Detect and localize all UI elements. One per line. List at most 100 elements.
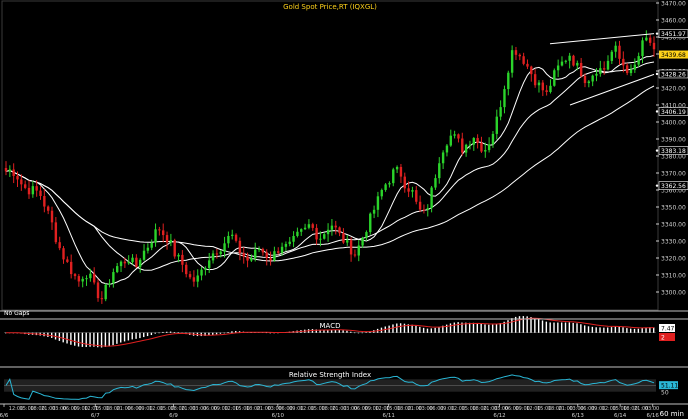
macd-bar (150, 332, 153, 336)
date-tick-label: 6/11 (383, 413, 395, 419)
macd-bar (100, 332, 103, 348)
candle-body (579, 62, 583, 76)
candle-body (522, 56, 525, 64)
candle-body (154, 229, 157, 243)
macd-bar (653, 327, 655, 333)
candle-body (146, 247, 150, 251)
macd-bar (534, 318, 536, 333)
candle-body (518, 54, 521, 57)
macd-bar (553, 322, 555, 333)
date-tick-label: 6/16 (647, 413, 660, 419)
date-tick-label: 6/7 (91, 413, 100, 419)
candle-body (58, 242, 61, 249)
candle-body (426, 208, 429, 210)
candle-body (476, 138, 479, 143)
macd-bar (626, 328, 628, 333)
macd-bar (576, 323, 578, 333)
candle-body (526, 63, 529, 67)
macd-panel-title: MACD (320, 322, 341, 330)
candle-body (89, 273, 92, 279)
macd-bar (66, 332, 68, 344)
candle-body (284, 243, 288, 247)
macd-bar (62, 332, 64, 343)
candle-body (415, 190, 418, 202)
candle-body (77, 276, 81, 282)
macd-bar (162, 331, 164, 333)
candle-body (346, 240, 349, 243)
candle-body (69, 261, 73, 275)
macd-bar (426, 328, 429, 333)
candle-body (181, 254, 184, 265)
candle-body (192, 277, 196, 282)
y-tick-label: 3330.00 (661, 239, 686, 246)
candle-body (595, 73, 598, 76)
macd-bar (468, 322, 471, 333)
candle-body (131, 257, 134, 263)
date-tick-label: 6/9 (169, 413, 178, 419)
macd-bar (537, 319, 540, 333)
macd-bar (219, 332, 222, 334)
candle-body (162, 230, 165, 236)
candle-body (265, 252, 268, 258)
candle-body (487, 144, 491, 151)
candle-body (445, 145, 449, 153)
candle-body (461, 138, 464, 153)
level-tag: 3428.26 (661, 71, 686, 78)
candle-body (342, 233, 345, 243)
candle-body (119, 261, 123, 267)
candle-body (81, 278, 84, 282)
candle-body (66, 259, 69, 262)
candle-body (568, 55, 571, 61)
y-tick-label: 3350.00 (661, 205, 686, 212)
macd-bar (499, 323, 502, 333)
macd-bar (81, 332, 84, 347)
macd-bar (77, 332, 80, 347)
candle-body (629, 69, 633, 74)
macd-bar (495, 323, 498, 333)
macd-bar (434, 327, 436, 333)
macd-bar (614, 326, 617, 333)
candle-body (622, 58, 625, 66)
interval-label: 60 min (660, 410, 684, 418)
candle-body (572, 55, 575, 66)
macd-bar (169, 331, 172, 333)
candle-body (115, 266, 119, 273)
level-marker (655, 32, 659, 35)
candle-body (150, 242, 153, 248)
candle-body (73, 274, 77, 277)
y-tick-label: 3420.00 (661, 86, 686, 93)
candle-body (399, 166, 403, 177)
candle-body (280, 246, 284, 253)
macd-bar (158, 332, 160, 334)
macd-bar (120, 332, 122, 343)
candle-body (472, 138, 475, 145)
level-tag: 3362.56 (661, 183, 686, 190)
candle-body (645, 37, 648, 41)
candle-body (484, 150, 487, 152)
macd-bar (622, 327, 624, 333)
candle-body (43, 195, 46, 207)
candle-body (560, 61, 564, 66)
candle-body (418, 201, 422, 210)
macd-bar (223, 332, 225, 334)
candle-body (173, 240, 176, 257)
macd-bar (438, 326, 440, 333)
candle-body (507, 72, 510, 90)
macd-bar (641, 328, 643, 333)
macd-bar (603, 327, 605, 333)
macd-bar (173, 332, 176, 333)
candle-body (277, 251, 280, 253)
macd-bar (353, 332, 356, 334)
y-tick-label: 3310.00 (661, 273, 686, 280)
candle-body (510, 50, 514, 73)
candle-body (27, 187, 31, 195)
candle-body (231, 234, 234, 236)
macd-bar (399, 323, 402, 333)
candle-body (553, 70, 556, 86)
macd-bar (139, 332, 141, 339)
candle-body (403, 176, 406, 189)
macd-bar (511, 318, 513, 333)
candle-body (441, 152, 445, 164)
macd-bar (480, 323, 482, 333)
candle-body (234, 234, 238, 241)
